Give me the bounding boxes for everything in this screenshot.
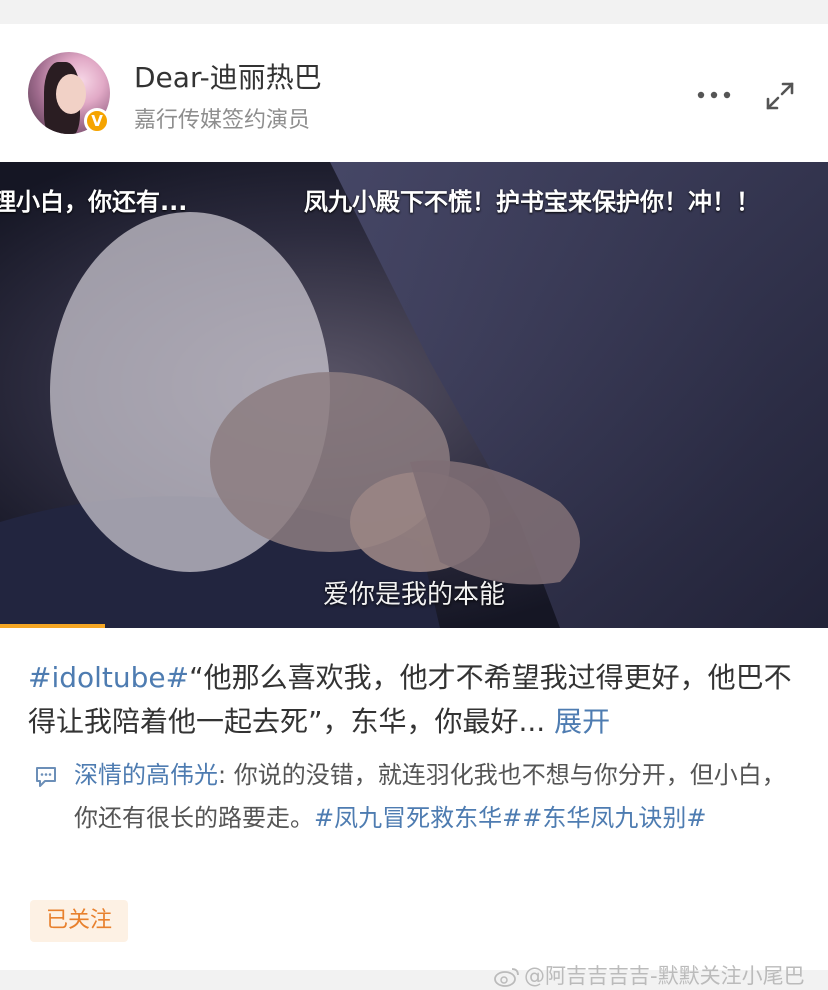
post-text[interactable]: #idoltube#“他那么喜欢我，他才不希望我过得更好，他巴不得让我陪着他一起… [28,656,808,744]
comment-hashtags[interactable]: #凤九冒死救东华##东华凤九诀别# [314,804,706,832]
comment-bubble-icon [36,767,56,787]
more-horizontal-icon[interactable] [696,88,732,102]
avatar-face [56,74,86,114]
post-hashtag[interactable]: #idoltube# [28,661,189,694]
author-name[interactable]: Dear-迪丽热巴 [134,56,322,96]
verified-badge-icon: V [84,108,110,134]
author-subtitle: 嘉行传媒签约演员 [134,108,311,133]
commenter-name[interactable]: 深情的高伟光 [74,761,218,789]
watermark: @阿吉吉吉吉-默默关注小尾巴 [494,960,805,990]
featured-comment[interactable]: 深情的高伟光: 你说的没错，就连羽化我也不想与你分开，但小白，你还有很长的路要走… [74,754,794,840]
post-card: V Dear-迪丽热巴 嘉行传媒签约演员 理小白，你还有... 凤九小殿下不慌！… [0,24,828,988]
danmu-comment-left: 理小白，你还有... [0,188,188,216]
video-subtitle: 爱你是我的本能 [322,580,505,610]
weibo-logo-icon [494,968,519,987]
video-frame [0,162,828,628]
comment-separator: : [218,761,234,789]
fullscreen-expand-icon[interactable] [764,80,796,112]
video-progress-fill [0,624,106,628]
top-gap [0,0,828,24]
watermark-text: @阿吉吉吉吉-默默关注小尾巴 [524,964,805,988]
follow-button[interactable]: 已关注 [30,900,128,942]
video-progress-bar[interactable] [0,624,828,628]
video-player[interactable]: 理小白，你还有... 凤九小殿下不慌！护书宝来保护你！冲！！ 爱你是我的本能 [0,162,828,628]
danmu-comment-right: 凤九小殿下不慌！护书宝来保护你！冲！！ [304,188,760,216]
expand-link[interactable]: 展开 [554,705,610,738]
